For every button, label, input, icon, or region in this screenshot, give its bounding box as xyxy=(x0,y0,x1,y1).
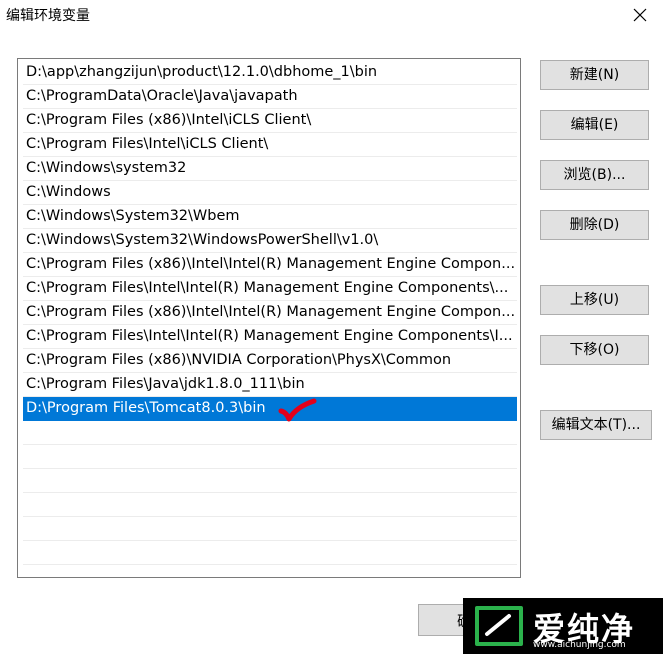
path-list-item[interactable]: C:\Windows\System32\Wbem xyxy=(23,205,517,229)
path-list-empty-row[interactable] xyxy=(23,541,517,565)
path-list-item[interactable]: C:\Program Files\Intel\Intel(R) Manageme… xyxy=(23,277,517,301)
path-list-item[interactable]: D:\Program Files\Tomcat8.0.3\bin xyxy=(23,397,517,421)
browse-button[interactable]: 浏览(B)... xyxy=(540,160,649,190)
title-bar: 编辑环境变量 xyxy=(0,0,663,32)
edit-text-button[interactable]: 编辑文本(T)... xyxy=(540,410,652,440)
path-list-item[interactable]: D:\app\zhangzijun\product\12.1.0\dbhome_… xyxy=(23,61,517,85)
move-up-button[interactable]: 上移(U) xyxy=(540,285,649,315)
move-down-button[interactable]: 下移(O) xyxy=(540,335,649,365)
path-list-empty-row[interactable] xyxy=(23,517,517,541)
path-list-item[interactable]: C:\Program Files\Java\jdk1.8.0_111\bin xyxy=(23,373,517,397)
path-list[interactable]: D:\app\zhangzijun\product\12.1.0\dbhome_… xyxy=(17,58,521,578)
path-list-item[interactable]: C:\Windows\system32 xyxy=(23,157,517,181)
watermark-url: www.aichunjing.com xyxy=(533,640,626,650)
check-mark-annotation-icon xyxy=(278,398,317,422)
path-list-item[interactable]: C:\Program Files\Intel\Intel(R) Manageme… xyxy=(23,325,517,349)
edit-button[interactable]: 编辑(E) xyxy=(540,110,649,140)
delete-button[interactable]: 删除(D) xyxy=(540,210,649,240)
edit-env-variable-dialog: 编辑环境变量 D:\app\zhangzijun\product\12.1.0\… xyxy=(0,0,663,654)
path-list-empty-row[interactable] xyxy=(23,445,517,469)
path-list-item[interactable]: C:\Windows xyxy=(23,181,517,205)
path-list-item[interactable]: C:\Program Files\Intel\iCLS Client\ xyxy=(23,133,517,157)
brand-logo-icon xyxy=(475,606,523,646)
path-list-item[interactable]: C:\Program Files (x86)\Intel\Intel(R) Ma… xyxy=(23,301,517,325)
path-list-item[interactable]: C:\Program Files (x86)\NVIDIA Corporatio… xyxy=(23,349,517,373)
close-icon xyxy=(633,8,647,22)
path-list-item[interactable]: C:\Windows\System32\WindowsPowerShell\v1… xyxy=(23,229,517,253)
path-list-empty-row[interactable] xyxy=(23,493,517,517)
watermark: 爱纯净 www.aichunjing.com xyxy=(463,598,663,654)
path-list-item[interactable]: C:\ProgramData\Oracle\Java\javapath xyxy=(23,85,517,109)
path-list-item[interactable]: C:\Program Files (x86)\Intel\Intel(R) Ma… xyxy=(23,253,517,277)
close-button[interactable] xyxy=(617,0,663,30)
dialog-title: 编辑环境变量 xyxy=(6,8,90,24)
path-list-item[interactable]: C:\Program Files (x86)\Intel\iCLS Client… xyxy=(23,109,517,133)
path-list-empty-row[interactable] xyxy=(23,469,517,493)
new-button[interactable]: 新建(N) xyxy=(540,60,649,90)
path-list-empty-row[interactable] xyxy=(23,421,517,445)
